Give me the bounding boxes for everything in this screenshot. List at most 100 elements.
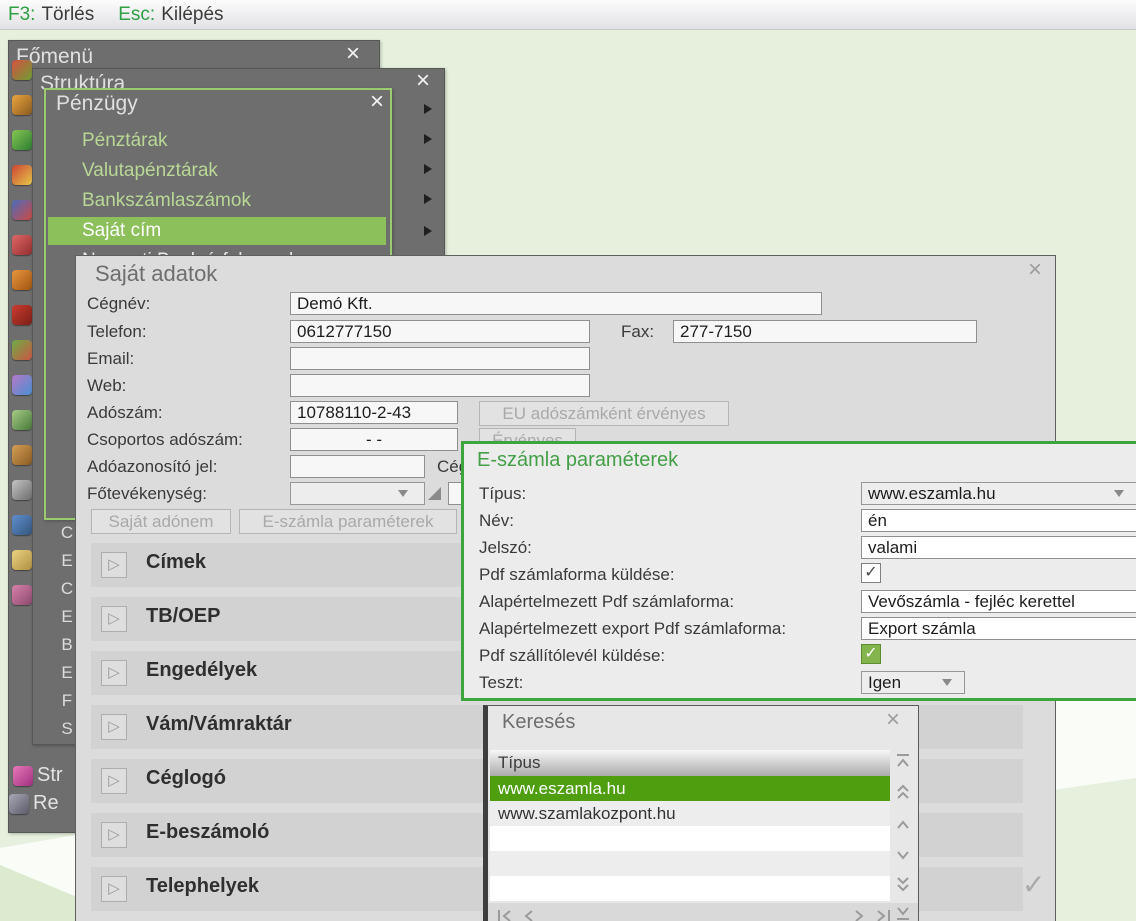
- window-title: Pénzügy: [56, 92, 138, 115]
- app-icon[interactable]: [12, 235, 32, 255]
- szallitolevel-checkbox[interactable]: ✓: [861, 644, 881, 664]
- app-icon[interactable]: [12, 130, 32, 150]
- alap-export-input[interactable]: [861, 617, 1136, 640]
- eszamla-parameterek-button[interactable]: E-számla paraméterek: [239, 509, 457, 534]
- expand-icon[interactable]: ▷: [101, 660, 127, 686]
- eu-adoszam-button[interactable]: EU adószámként érvényes: [479, 401, 729, 426]
- scroll-left-icon[interactable]: [520, 907, 538, 921]
- app-icon[interactable]: [12, 585, 32, 605]
- menu-item-initial[interactable]: S: [60, 719, 74, 739]
- pdf-kuldes-checkbox[interactable]: ✓: [861, 563, 881, 583]
- scroll-to-bottom-icon[interactable]: [894, 904, 912, 921]
- scroll-to-start-icon[interactable]: [496, 907, 514, 921]
- nev-input[interactable]: [861, 509, 1136, 532]
- section-label: Telephelyek: [146, 875, 260, 897]
- app-icon[interactable]: [12, 340, 32, 360]
- menu-item-selected[interactable]: Saját cím: [48, 217, 386, 245]
- dropdown-arrow-icon: [1114, 490, 1124, 497]
- tipus-dropdown[interactable]: www.eszamla.hu: [861, 482, 1136, 505]
- scroll-page-up-icon[interactable]: [894, 782, 912, 800]
- field-label: Fax:: [621, 322, 655, 341]
- submenu-arrow-icon[interactable]: [424, 104, 432, 114]
- esc-action-label: Kilépés: [161, 3, 224, 25]
- scroll-to-end-icon[interactable]: [874, 907, 892, 921]
- close-icon[interactable]: ×: [416, 69, 430, 93]
- column-header-tipus[interactable]: Típus: [490, 750, 890, 776]
- menu-item-initial[interactable]: E: [60, 663, 74, 683]
- email-input[interactable]: [290, 347, 590, 370]
- result-row[interactable]: www.szamlakozpont.hu: [490, 801, 890, 826]
- expand-icon[interactable]: ▷: [101, 606, 127, 632]
- app-icon[interactable]: [12, 550, 32, 570]
- window-title: Saját adatok: [95, 261, 218, 286]
- window-title: E-számla paraméterek: [477, 449, 679, 471]
- section-label: TB/OEP: [146, 605, 221, 627]
- submenu-arrow-icon[interactable]: [424, 164, 432, 174]
- telefon-input[interactable]: [290, 320, 590, 343]
- expand-icon[interactable]: ▷: [101, 714, 127, 740]
- menu-item-initial[interactable]: B: [60, 635, 74, 655]
- app-icon[interactable]: [12, 165, 32, 185]
- app-icon[interactable]: [12, 95, 32, 115]
- app-icon[interactable]: [12, 445, 32, 465]
- menu-item[interactable]: Pénztárak: [48, 127, 386, 155]
- field-label: Web:: [87, 376, 127, 395]
- scroll-to-top-icon[interactable]: [894, 752, 912, 770]
- struktura-menu-icon[interactable]: [13, 766, 33, 786]
- close-icon[interactable]: ×: [370, 90, 384, 114]
- menu-item-initial[interactable]: C: [60, 579, 74, 599]
- menu-item[interactable]: Valutapénztárak: [48, 157, 386, 185]
- app-icon[interactable]: [12, 60, 32, 80]
- confirm-check-icon[interactable]: ✓: [1022, 868, 1045, 901]
- close-icon[interactable]: ×: [1028, 258, 1042, 282]
- submenu-arrow-icon[interactable]: [424, 194, 432, 204]
- scroll-right-icon[interactable]: [850, 907, 868, 921]
- rendszer-gear-icon[interactable]: [9, 794, 29, 814]
- result-row-empty[interactable]: [490, 851, 890, 876]
- app-icon[interactable]: [12, 480, 32, 500]
- submenu-arrow-icon[interactable]: [424, 226, 432, 236]
- scroll-page-down-icon[interactable]: [894, 876, 912, 894]
- app-icon[interactable]: [12, 200, 32, 220]
- close-icon[interactable]: ×: [886, 708, 900, 732]
- menu-item[interactable]: Bankszámlaszámok: [48, 187, 386, 215]
- field-label: Jelszó:: [479, 538, 532, 557]
- sajat-adonem-button[interactable]: Saját adónem: [91, 509, 231, 534]
- result-row-empty[interactable]: [490, 876, 890, 901]
- close-icon[interactable]: ×: [346, 42, 360, 66]
- app-icon[interactable]: [12, 410, 32, 430]
- scroll-down-icon[interactable]: [894, 846, 912, 864]
- alap-pdf-input[interactable]: [861, 590, 1136, 613]
- web-input[interactable]: [290, 374, 590, 397]
- fax-input[interactable]: [673, 320, 977, 343]
- expand-icon[interactable]: ▷: [101, 552, 127, 578]
- result-row-empty[interactable]: [490, 826, 890, 851]
- section-label: Címek: [146, 551, 207, 573]
- app-icon[interactable]: [12, 305, 32, 325]
- submenu-arrow-icon[interactable]: [424, 134, 432, 144]
- menu-item-rendszer[interactable]: Re: [33, 792, 59, 815]
- menu-item-initial[interactable]: E: [60, 551, 74, 571]
- window-title: Keresés: [502, 711, 576, 733]
- field-label: Típus:: [479, 484, 527, 503]
- app-icon[interactable]: [12, 375, 32, 395]
- app-icon[interactable]: [12, 515, 32, 535]
- scroll-up-icon[interactable]: [894, 816, 912, 834]
- resize-grip-icon[interactable]: [428, 487, 441, 500]
- app-icon[interactable]: [12, 270, 32, 290]
- csoportos-adoszam-input[interactable]: [290, 428, 458, 451]
- expand-icon[interactable]: ▷: [101, 768, 127, 794]
- expand-icon[interactable]: ▷: [101, 876, 127, 902]
- field-label: Pdf számlaforma küldése:: [479, 565, 675, 584]
- menu-item-initial[interactable]: C: [60, 523, 74, 543]
- expand-icon[interactable]: ▷: [101, 822, 127, 848]
- dropdown-arrow-icon: [942, 679, 952, 686]
- menu-item-struktura[interactable]: Str: [37, 764, 63, 787]
- adoszam-input[interactable]: [290, 401, 458, 424]
- cegnev-input[interactable]: [290, 292, 822, 315]
- result-row-selected[interactable]: www.eszamla.hu: [490, 776, 890, 801]
- jelszo-input[interactable]: [861, 536, 1136, 559]
- adoazonosito-input[interactable]: [290, 455, 425, 478]
- menu-item-initial[interactable]: E: [60, 607, 74, 627]
- menu-item-initial[interactable]: F: [60, 691, 74, 711]
